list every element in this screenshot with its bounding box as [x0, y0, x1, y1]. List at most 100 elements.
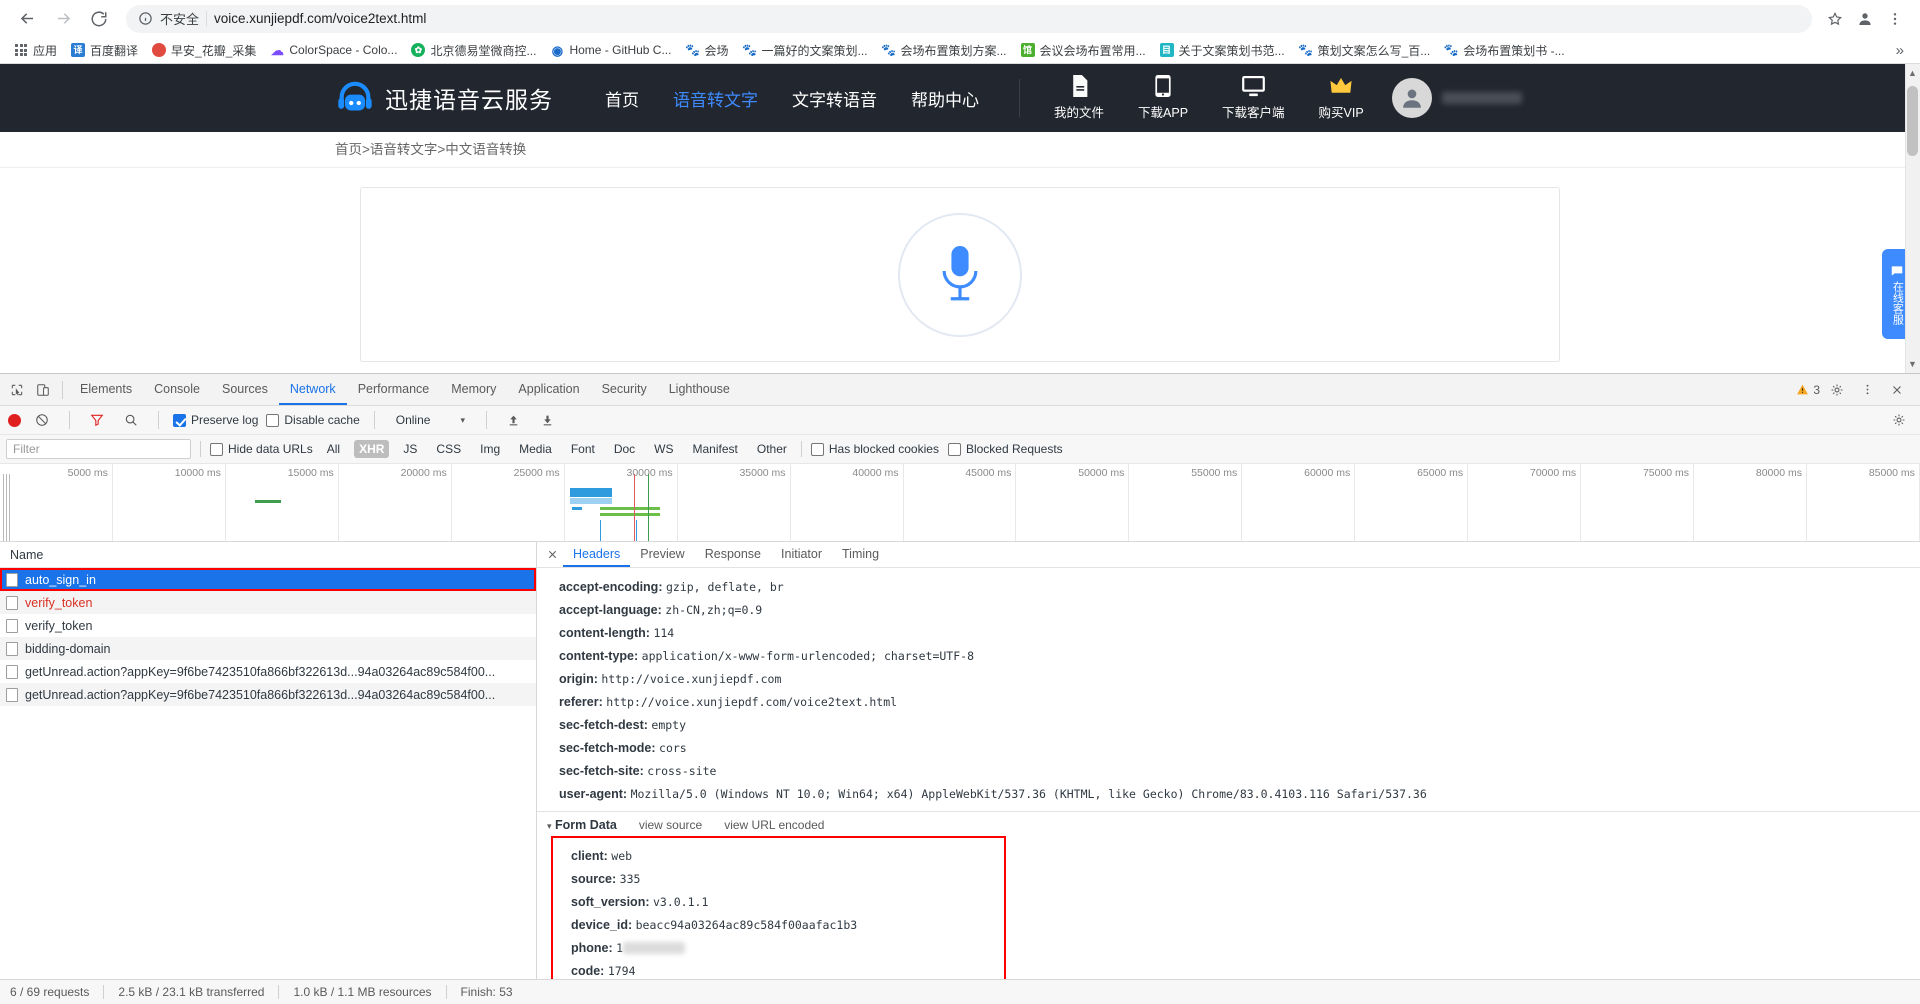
detail-tab-initiator[interactable]: Initiator	[771, 542, 832, 567]
bookmark-star-icon[interactable]	[1822, 6, 1848, 32]
nav-item-text-to-voice[interactable]: 文字转语音	[792, 86, 877, 111]
bookmark-item[interactable]: 早安_花瓣_采集	[146, 39, 262, 62]
chrome-menu-icon[interactable]	[1882, 6, 1908, 32]
checkbox-box[interactable]	[266, 413, 280, 427]
device-toolbar-icon[interactable]	[30, 377, 56, 403]
bookmark-item[interactable]: 🐾 一篇好的文案策划...	[737, 39, 874, 62]
table-row[interactable]: auto_sign_in	[0, 568, 536, 591]
filter-input[interactable]: Filter	[6, 439, 191, 459]
filter-type-media[interactable]: Media	[514, 440, 557, 458]
record-stop-icon[interactable]	[8, 413, 21, 427]
filter-type-all[interactable]: All	[322, 440, 345, 458]
checkbox-box[interactable]	[210, 442, 223, 456]
tab-application[interactable]: Application	[507, 374, 590, 405]
filter-type-other[interactable]: Other	[752, 440, 792, 458]
filter-type-manifest[interactable]: Manifest	[688, 440, 743, 458]
preserve-log-checkbox[interactable]: Preserve log	[173, 413, 258, 427]
export-har-icon[interactable]	[535, 407, 561, 433]
network-overview-timeline[interactable]: 5000 ms 10000 ms 15000 ms 20000 ms 25000…	[0, 464, 1920, 542]
bookmark-item[interactable]: 🐾 会场布置策划方案...	[876, 39, 1013, 62]
url-text[interactable]: voice.xunjiepdf.com/voice2text.html	[214, 11, 426, 26]
import-har-icon[interactable]	[501, 407, 527, 433]
hide-data-urls-checkbox[interactable]: Hide data URLs	[210, 442, 313, 456]
bookmark-item[interactable]: 🐾 会场	[679, 39, 734, 62]
clear-icon[interactable]	[29, 407, 55, 433]
filter-funnel-icon[interactable]	[84, 407, 110, 433]
headers-content[interactable]: accept-encoding: gzip, deflate, br accep…	[537, 568, 1920, 979]
bookmark-item[interactable]: 目 关于文案策划书范...	[1154, 39, 1291, 62]
scroll-up-arrow-icon[interactable]: ▲	[1907, 68, 1918, 78]
address-bar[interactable]: 不安全 voice.xunjiepdf.com/voice2text.html	[126, 4, 1812, 33]
detail-tab-headers[interactable]: Headers	[563, 542, 631, 567]
checkbox-box[interactable]	[173, 413, 186, 427]
gear-icon[interactable]	[1824, 377, 1850, 403]
bookmark-item[interactable]: ☁ ColorSpace - Colo...	[264, 40, 403, 60]
has-blocked-cookies-checkbox[interactable]: Has blocked cookies	[810, 442, 939, 456]
checkbox-box[interactable]	[810, 442, 824, 456]
bookmark-item[interactable]: 🐾 策划文案怎么写_百...	[1293, 39, 1437, 62]
forward-arrow-icon[interactable]	[48, 4, 78, 34]
tab-sources[interactable]: Sources	[211, 374, 279, 405]
reload-icon[interactable]	[84, 4, 114, 34]
close-icon[interactable]	[1884, 377, 1910, 403]
inspect-element-icon[interactable]	[4, 377, 30, 403]
filter-type-img[interactable]: Img	[475, 440, 505, 458]
bookmark-item[interactable]: ✿ 北京德易堂微商控...	[405, 39, 542, 62]
page-scrollbar[interactable]: ▲ ▼	[1905, 64, 1920, 373]
scrollbar-thumb[interactable]	[1907, 86, 1918, 156]
filter-type-doc[interactable]: Doc	[609, 440, 640, 458]
filter-type-js[interactable]: JS	[398, 440, 422, 458]
tool-buy-vip[interactable]: 购买VIP	[1319, 75, 1364, 121]
table-row[interactable]: verify_token	[0, 614, 536, 637]
filter-type-font[interactable]: Font	[566, 440, 600, 458]
view-url-encoded-link[interactable]: view URL encoded	[724, 818, 824, 832]
upload-card[interactable]	[360, 187, 1560, 362]
tab-console[interactable]: Console	[143, 374, 211, 405]
table-row[interactable]: getUnread.action?appKey=9f6be7423510fa86…	[0, 660, 536, 683]
filter-type-css[interactable]: CSS	[431, 440, 466, 458]
bookmark-apps[interactable]: 应用	[8, 39, 63, 62]
search-icon[interactable]	[118, 407, 144, 433]
tab-memory[interactable]: Memory	[440, 374, 507, 405]
filter-type-ws[interactable]: WS	[649, 440, 678, 458]
table-row[interactable]: bidding-domain	[0, 637, 536, 660]
table-row[interactable]: getUnread.action?appKey=9f6be7423510fa86…	[0, 683, 536, 706]
tab-security[interactable]: Security	[591, 374, 658, 405]
form-data-header[interactable]: ▾ Form Data view source view URL encoded	[537, 812, 1920, 836]
user-avatar-icon[interactable]	[1391, 78, 1432, 118]
bookmark-item[interactable]: 馆 会议会场布置常用...	[1015, 39, 1152, 62]
detail-tab-preview[interactable]: Preview	[630, 542, 694, 567]
profile-avatar-icon[interactable]	[1852, 6, 1878, 32]
blocked-requests-checkbox[interactable]: Blocked Requests	[947, 442, 1063, 456]
table-row[interactable]: verify_token	[0, 591, 536, 614]
detail-tab-timing[interactable]: Timing	[832, 542, 889, 567]
tab-elements[interactable]: Elements	[69, 374, 143, 405]
tab-network[interactable]: Network	[278, 374, 347, 405]
site-logo[interactable]: 迅捷语音云服务	[335, 78, 553, 118]
tool-download-app[interactable]: 下载APP	[1138, 75, 1188, 121]
nav-item-help[interactable]: 帮助中心	[911, 86, 979, 111]
tool-my-files[interactable]: 我的文件	[1054, 75, 1104, 121]
checkbox-box[interactable]	[947, 442, 961, 456]
expand-triangle-icon[interactable]: ▾	[547, 821, 552, 831]
scroll-down-arrow-icon[interactable]: ▼	[1907, 359, 1918, 369]
bookmark-item[interactable]: 译 百度翻译	[65, 39, 144, 62]
requests-header[interactable]: Name	[0, 542, 536, 568]
close-detail-icon[interactable]	[541, 544, 563, 566]
network-settings-icon[interactable]	[1886, 407, 1912, 433]
nav-item-home[interactable]: 首页	[605, 86, 639, 111]
tool-download-client[interactable]: 下载客户端	[1222, 75, 1285, 121]
bookmarks-overflow-icon[interactable]: »	[1888, 42, 1912, 59]
bookmark-item[interactable]: ◉ Home - GitHub C...	[544, 40, 677, 60]
view-source-link[interactable]: view source	[639, 818, 702, 832]
tab-performance[interactable]: Performance	[347, 374, 441, 405]
requests-list[interactable]: auto_sign_in verify_token verify_token b…	[0, 568, 536, 979]
throttling-select[interactable]: Online ▾	[389, 411, 472, 429]
tab-lighthouse[interactable]: Lighthouse	[658, 374, 741, 405]
disable-cache-checkbox[interactable]: Disable cache	[266, 413, 360, 427]
nav-item-voice-to-text[interactable]: 语音转文字	[673, 86, 758, 111]
warning-count-badge[interactable]: 3	[1796, 383, 1820, 397]
vertical-dots-icon[interactable]	[1854, 377, 1880, 403]
filter-type-xhr[interactable]: XHR	[354, 440, 390, 458]
detail-tab-response[interactable]: Response	[695, 542, 771, 567]
